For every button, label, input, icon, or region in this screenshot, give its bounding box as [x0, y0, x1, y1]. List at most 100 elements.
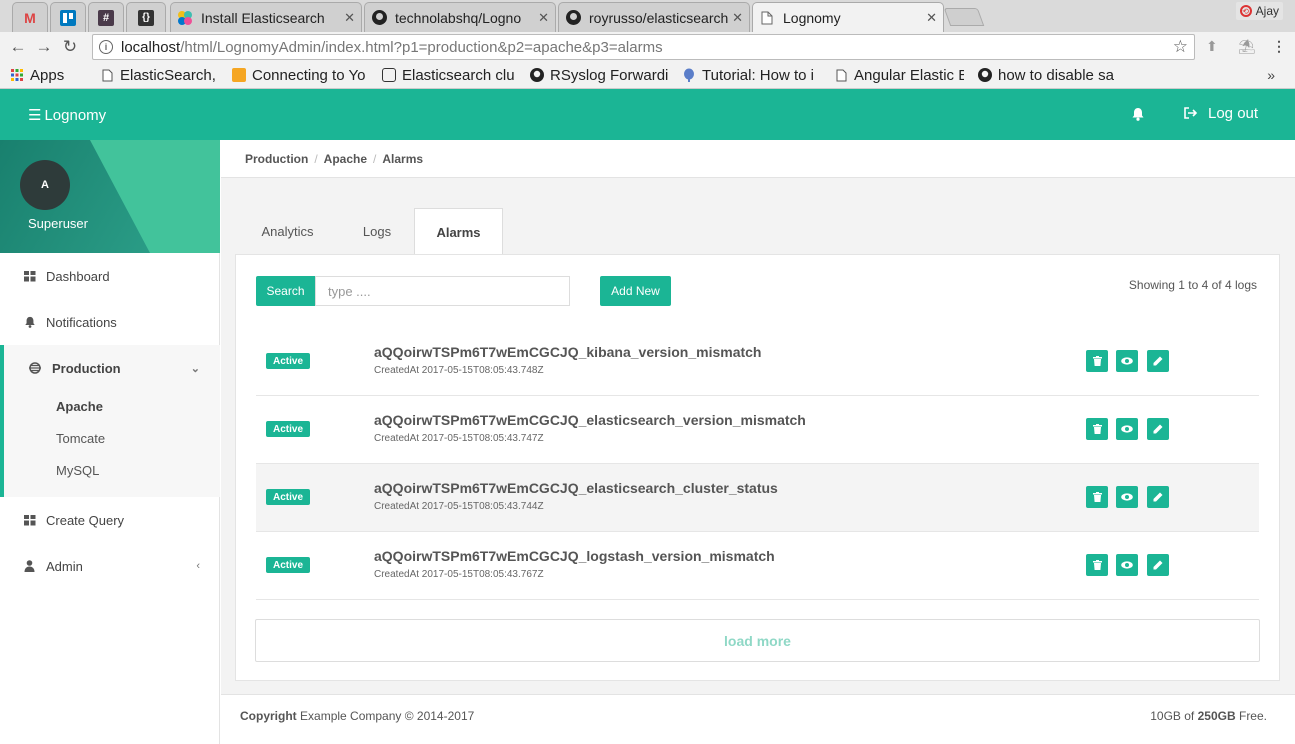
trash-icon: [1092, 492, 1102, 502]
breadcrumb-separator: /: [314, 151, 318, 166]
bookmark-item[interactable]: how to disable sa: [978, 67, 1118, 84]
delete-button[interactable]: [1086, 418, 1108, 440]
sidebar-item-label: Create Query: [46, 512, 125, 528]
pencil-icon: [1153, 560, 1163, 570]
chevron-down-icon[interactable]: ⌄: [191, 362, 200, 375]
copyright-label: Copyright: [240, 709, 297, 723]
sidebar-subitem-mysql[interactable]: MySQL: [56, 463, 99, 478]
browser-tab-gmail[interactable]: M: [12, 2, 48, 32]
pagination-summary: Showing 1 to 4 of 4 logs: [1128, 278, 1257, 292]
sidebar-item-create-query[interactable]: Create Query: [0, 497, 220, 543]
sidebar-item-label: Production: [52, 360, 121, 376]
pencil-icon: [1153, 424, 1163, 434]
breadcrumb-item[interactable]: Production: [245, 152, 308, 166]
bookmark-item[interactable]: ElasticSearch, ma: [100, 67, 218, 84]
view-button[interactable]: [1116, 554, 1138, 576]
tab-title: Lognomy: [783, 9, 841, 26]
sidebar-item-notifications[interactable]: Notifications: [0, 299, 220, 345]
browser-tab-elastic[interactable]: Install Elasticsearch ✕: [170, 2, 362, 32]
tab-analytics[interactable]: Analytics: [235, 208, 340, 254]
status-badge: Active: [266, 353, 311, 369]
load-more-button[interactable]: load more: [255, 619, 1260, 662]
browser-tab-json[interactable]: {}: [126, 2, 166, 32]
browser-tab-github-2[interactable]: royrusso/elasticsearch ✕: [558, 2, 750, 32]
dashboard-icon: [24, 270, 38, 282]
bookmark-item[interactable]: Elasticsearch clu: [382, 67, 516, 84]
forward-arrow-icon[interactable]: →: [34, 37, 54, 57]
tab-alarms[interactable]: Alarms: [414, 208, 503, 255]
github-icon: [565, 10, 581, 26]
search-input[interactable]: [315, 276, 570, 306]
view-button[interactable]: [1116, 350, 1138, 372]
avatar[interactable]: A: [20, 160, 70, 210]
search-button[interactable]: Search: [256, 276, 315, 306]
bookmark-item[interactable]: Tutorial: How to i: [682, 67, 820, 84]
github-icon: [371, 10, 387, 26]
info-icon[interactable]: i: [99, 40, 113, 54]
storage-used: 10GB of: [1150, 709, 1195, 723]
menu-kebab-icon[interactable]: ⋮: [1272, 38, 1286, 55]
chevron-left-icon[interactable]: ‹: [196, 560, 200, 572]
bookmarks-overflow-button[interactable]: »: [1267, 67, 1275, 83]
trash-icon: [1092, 560, 1102, 570]
footer: Copyright Example Company © 2014-2017 10…: [221, 694, 1295, 744]
profile-name: Ajay: [1255, 4, 1279, 18]
github-icon: [978, 68, 992, 82]
browser-profile[interactable]: ⟲ Ajay: [1235, 2, 1283, 20]
alarms-panel: Search Add New Showing 1 to 4 of 4 logs …: [235, 254, 1280, 681]
user-name: Superuser: [28, 216, 88, 231]
extension-icon[interactable]: ⬆: [1206, 38, 1218, 55]
logout-button[interactable]: Log out: [1184, 105, 1258, 122]
bell-icon[interactable]: [1131, 107, 1145, 121]
reload-icon[interactable]: ↻: [60, 37, 80, 57]
delete-button[interactable]: [1086, 554, 1108, 576]
edit-button[interactable]: [1147, 418, 1169, 440]
bookmark-label: how to disable sa: [998, 66, 1114, 84]
address-bar[interactable]: i localhost /html/LognomyAdmin/index.htm…: [92, 34, 1195, 60]
sidebar-item-dashboard[interactable]: Dashboard: [0, 253, 220, 299]
view-button[interactable]: [1116, 486, 1138, 508]
eye-icon: [1121, 357, 1133, 365]
brand-menu-toggle[interactable]: ☰ Lognomy: [28, 106, 107, 125]
edit-button[interactable]: [1147, 486, 1169, 508]
breadcrumb-item[interactable]: Apache: [324, 152, 367, 166]
bookmark-item[interactable]: Angular Elastic B: [834, 67, 964, 84]
sidebar-subitem-apache[interactable]: Apache: [56, 399, 103, 414]
brand-name: Lognomy: [44, 106, 107, 124]
new-tab-button[interactable]: [943, 8, 985, 26]
discourse-icon: [382, 68, 396, 82]
back-arrow-icon[interactable]: ←: [8, 37, 28, 57]
close-icon[interactable]: ✕: [538, 10, 549, 26]
extension-icon[interactable]: ⛱: [1238, 38, 1256, 55]
tab-logs[interactable]: Logs: [340, 208, 414, 254]
close-icon[interactable]: ✕: [926, 10, 937, 26]
browser-tab-github-1[interactable]: technolabshq/Logno ✕: [364, 2, 556, 32]
sidebar-subitem-tomcate[interactable]: Tomcate: [56, 431, 105, 446]
logout-label: Log out: [1208, 105, 1259, 122]
hamburger-icon[interactable]: ☰: [28, 106, 41, 124]
edit-button[interactable]: [1147, 350, 1169, 372]
close-icon[interactable]: ✕: [732, 10, 743, 26]
browser-tab-slack[interactable]: #: [88, 2, 124, 32]
eye-icon: [1121, 425, 1133, 433]
browser-tab-trello[interactable]: [50, 2, 86, 32]
sidebar-item-admin[interactable]: Admin ‹: [0, 543, 220, 589]
gmail-icon: M: [24, 9, 36, 26]
bookmark-apps[interactable]: Apps: [10, 67, 86, 84]
edit-button[interactable]: [1147, 554, 1169, 576]
breadcrumb-item-current: Alarms: [382, 151, 424, 166]
bookmark-item[interactable]: RSyslog Forwardi: [530, 67, 668, 84]
add-new-button[interactable]: Add New: [600, 276, 671, 306]
bookmark-star-icon[interactable]: ☆: [1173, 37, 1188, 57]
delete-button[interactable]: [1086, 350, 1108, 372]
sidebar-item-production[interactable]: Production ⌄: [0, 345, 220, 391]
bookmark-item[interactable]: Connecting to Yo: [232, 67, 368, 84]
storage-suffix: Free.: [1238, 709, 1267, 723]
tutorial-icon: [682, 68, 696, 82]
copyright-text: Example Company © 2014-2017: [300, 709, 475, 723]
delete-button[interactable]: [1086, 486, 1108, 508]
browser-tab-lognomy[interactable]: Lognomy ✕: [752, 2, 944, 32]
sidebar-item-label: Notifications: [46, 314, 117, 330]
view-button[interactable]: [1116, 418, 1138, 440]
close-icon[interactable]: ✕: [344, 10, 355, 26]
